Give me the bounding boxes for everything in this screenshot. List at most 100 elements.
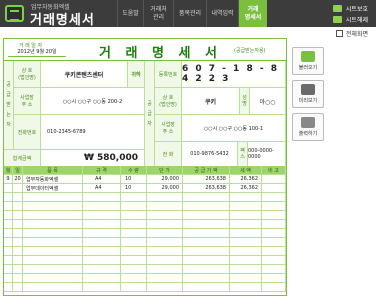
- empty-cell[interactable]: [23, 256, 83, 265]
- empty-cell[interactable]: [23, 247, 83, 256]
- empty-cell[interactable]: [147, 238, 183, 247]
- row-spec[interactable]: A4: [83, 175, 121, 184]
- empty-cell[interactable]: [13, 238, 23, 247]
- supplier-fax[interactable]: 000-0000-0000: [248, 142, 286, 167]
- supplier-phone[interactable]: 010-9876-5432: [182, 142, 238, 167]
- empty-cell[interactable]: [13, 193, 23, 202]
- empty-table-row[interactable]: [4, 202, 286, 211]
- empty-cell[interactable]: [83, 238, 121, 247]
- empty-cell[interactable]: [13, 211, 23, 220]
- empty-cell[interactable]: [23, 283, 83, 292]
- empty-cell[interactable]: [4, 220, 13, 229]
- sheet-protect-button[interactable]: 시트보호: [332, 4, 368, 13]
- table-row[interactable]: 업무데이터엑셀 A4 10 29,000 263,638 26,362: [4, 184, 286, 193]
- date-value[interactable]: 2012년 9월 20일: [8, 48, 66, 57]
- tab-help[interactable]: 도움말: [117, 0, 143, 27]
- buyer-name[interactable]: 쿠키콘텐츠센터: [41, 61, 128, 88]
- empty-cell[interactable]: [23, 193, 83, 202]
- empty-cell[interactable]: [23, 220, 83, 229]
- sheet-unprotect-button[interactable]: 시트해제: [332, 15, 368, 24]
- row-price[interactable]: 29,000: [147, 175, 183, 184]
- empty-cell[interactable]: [4, 247, 13, 256]
- empty-cell[interactable]: [121, 229, 147, 238]
- row-tax[interactable]: 26,362: [230, 184, 262, 193]
- empty-cell[interactable]: [121, 283, 147, 292]
- empty-cell[interactable]: [121, 211, 147, 220]
- empty-cell[interactable]: [121, 193, 147, 202]
- empty-table-row[interactable]: [4, 265, 286, 274]
- empty-cell[interactable]: [183, 238, 230, 247]
- empty-cell[interactable]: [23, 274, 83, 283]
- empty-cell[interactable]: [83, 202, 121, 211]
- tab-client-manage[interactable]: 거래처 관리: [143, 0, 173, 27]
- empty-cell[interactable]: [23, 229, 83, 238]
- empty-cell[interactable]: [183, 202, 230, 211]
- empty-cell[interactable]: [23, 211, 83, 220]
- empty-cell[interactable]: [262, 283, 286, 292]
- row-item[interactable]: 업무데이터엑셀: [23, 184, 83, 193]
- empty-cell[interactable]: [147, 211, 183, 220]
- row-day[interactable]: 20: [13, 175, 23, 184]
- empty-cell[interactable]: [83, 283, 121, 292]
- supplier-address[interactable]: ○○시 ○○구 ○○동 100-1: [182, 115, 286, 142]
- empty-cell[interactable]: [83, 229, 121, 238]
- row-amount[interactable]: 263,638: [183, 175, 230, 184]
- empty-cell[interactable]: [147, 193, 183, 202]
- buyer-address[interactable]: ○○시 ○○구 ○○동 200-2: [41, 88, 145, 115]
- empty-cell[interactable]: [183, 220, 230, 229]
- empty-table-row[interactable]: [4, 283, 286, 292]
- empty-cell[interactable]: [83, 211, 121, 220]
- supplier-name[interactable]: 쿠키: [182, 88, 240, 115]
- empty-cell[interactable]: [230, 265, 262, 274]
- empty-table-row[interactable]: [4, 247, 286, 256]
- empty-cell[interactable]: [83, 220, 121, 229]
- print-button[interactable]: 출력하기: [292, 113, 324, 141]
- empty-cell[interactable]: [147, 229, 183, 238]
- row-item[interactable]: 업무자동화엑셀: [23, 175, 83, 184]
- empty-cell[interactable]: [121, 256, 147, 265]
- empty-cell[interactable]: [4, 229, 13, 238]
- empty-cell[interactable]: [121, 238, 147, 247]
- tab-item-manage[interactable]: 품목관리: [173, 0, 206, 27]
- empty-cell[interactable]: [121, 247, 147, 256]
- empty-cell[interactable]: [83, 193, 121, 202]
- empty-cell[interactable]: [147, 283, 183, 292]
- empty-cell[interactable]: [13, 283, 23, 292]
- empty-cell[interactable]: [13, 256, 23, 265]
- empty-cell[interactable]: [4, 265, 13, 274]
- empty-cell[interactable]: [4, 238, 13, 247]
- empty-cell[interactable]: [147, 202, 183, 211]
- empty-cell[interactable]: [4, 274, 13, 283]
- empty-cell[interactable]: [262, 202, 286, 211]
- buyer-phone[interactable]: 010-2345-6789: [41, 115, 145, 150]
- empty-cell[interactable]: [13, 202, 23, 211]
- row-note[interactable]: [262, 184, 286, 193]
- empty-table-row[interactable]: [4, 229, 286, 238]
- row-month[interactable]: 9: [4, 175, 13, 184]
- empty-cell[interactable]: [13, 220, 23, 229]
- table-row[interactable]: 9 20 업무자동화엑셀 A4 10 29,000 263,638 26,362: [4, 175, 286, 184]
- empty-cell[interactable]: [262, 220, 286, 229]
- empty-cell[interactable]: [4, 202, 13, 211]
- empty-cell[interactable]: [262, 238, 286, 247]
- empty-cell[interactable]: [121, 202, 147, 211]
- empty-cell[interactable]: [4, 256, 13, 265]
- empty-cell[interactable]: [13, 247, 23, 256]
- empty-table-row[interactable]: [4, 256, 286, 265]
- supplier-regno[interactable]: 6 0 7 - 1 8 - 8 4 2 2 3: [182, 61, 286, 88]
- empty-cell[interactable]: [4, 283, 13, 292]
- empty-cell[interactable]: [13, 274, 23, 283]
- row-price[interactable]: 29,000: [147, 184, 183, 193]
- empty-cell[interactable]: [83, 265, 121, 274]
- preview-button[interactable]: 미리보기: [292, 80, 324, 108]
- empty-cell[interactable]: [230, 211, 262, 220]
- tab-invoice[interactable]: 거래 명세서: [238, 0, 267, 27]
- empty-cell[interactable]: [83, 256, 121, 265]
- empty-cell[interactable]: [147, 247, 183, 256]
- empty-cell[interactable]: [183, 274, 230, 283]
- empty-cell[interactable]: [183, 193, 230, 202]
- empty-cell[interactable]: [147, 274, 183, 283]
- empty-cell[interactable]: [262, 274, 286, 283]
- empty-cell[interactable]: [230, 247, 262, 256]
- empty-cell[interactable]: [4, 211, 13, 220]
